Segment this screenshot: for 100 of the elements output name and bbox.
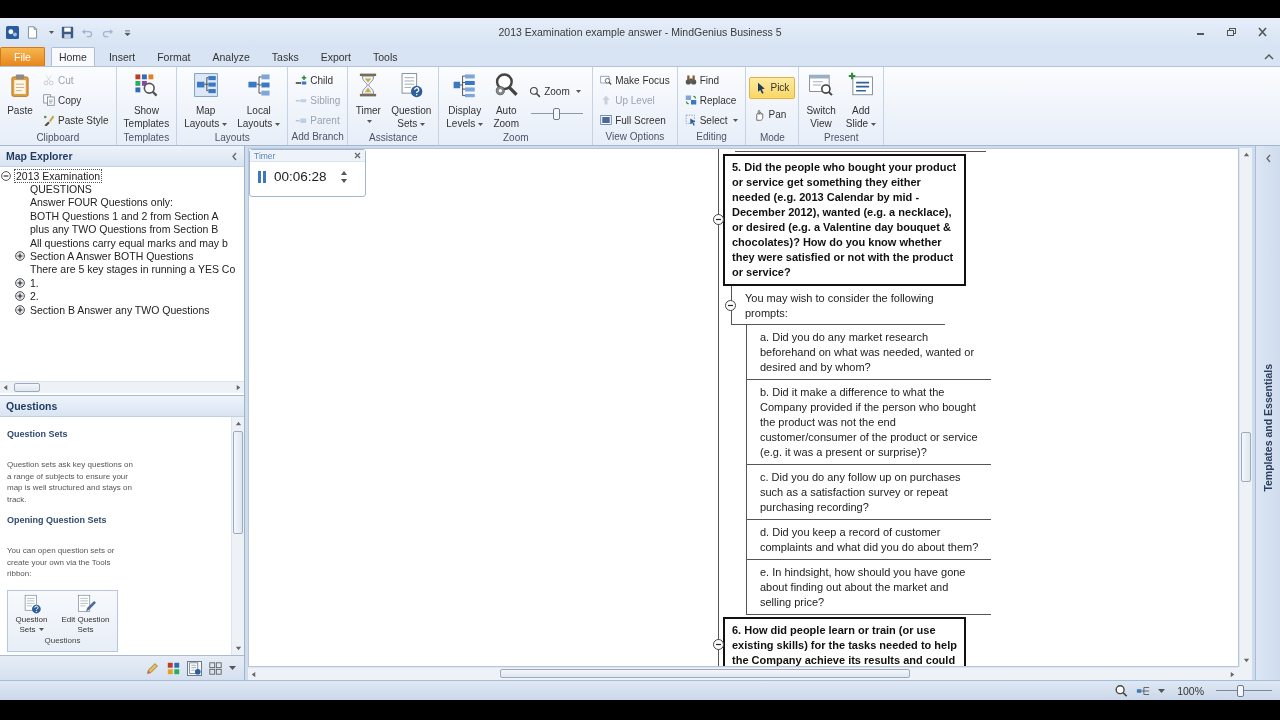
chevron-left-icon[interactable] — [1264, 154, 1272, 163]
ribbon-tab[interactable]: Insert — [100, 47, 144, 66]
grid-icon[interactable] — [208, 660, 223, 676]
chevron-up-icon[interactable] — [1264, 52, 1274, 60]
save-icon[interactable] — [61, 25, 74, 39]
ribbon-button[interactable]: Show Templates — [119, 69, 174, 131]
scroll-down-icon[interactable] — [234, 645, 242, 652]
expand-icon[interactable] — [15, 251, 25, 262]
map-node[interactable]: d. Did you keep a record of customer complaints and what did you do about them? — [747, 520, 991, 560]
ribbon-button[interactable]: Zoom — [525, 81, 585, 102]
ribbon-button[interactable]: Auto Zoom — [489, 69, 524, 131]
ribbon-button[interactable]: Paste Style — [39, 110, 113, 130]
scroll-up-icon[interactable] — [1242, 151, 1250, 158]
chevron-left-icon[interactable] — [231, 151, 238, 161]
scrollbar-thumb[interactable] — [233, 431, 243, 534]
ribbon-tab[interactable]: Tasks — [263, 47, 307, 66]
collapse-icon[interactable] — [725, 300, 736, 311]
tree-item[interactable]: All questions carry equal marks and may b — [28, 235, 230, 250]
collapse-icon[interactable] — [713, 213, 724, 225]
scroll-left-icon[interactable] — [2, 384, 9, 391]
ribbon-button[interactable]: Child — [291, 70, 345, 90]
expand-icon[interactable] — [15, 277, 25, 288]
caret-icon[interactable] — [1158, 688, 1166, 693]
ribbon-button[interactable]: Find — [680, 70, 743, 90]
tree-item[interactable]: QUESTIONS — [28, 182, 94, 197]
scrollbar[interactable] — [231, 417, 244, 655]
palette-icon[interactable] — [166, 660, 181, 676]
ribbon-tab[interactable]: Analyze — [204, 47, 258, 66]
new-document-icon[interactable] — [26, 25, 39, 39]
ribbon-button[interactable]: Pan — [749, 104, 791, 125]
group-label: Questions — [44, 635, 81, 645]
ribbon-tab[interactable]: Format — [149, 47, 199, 66]
ribbon-button[interactable]: Timer — [351, 69, 386, 131]
close-icon[interactable] — [354, 152, 361, 159]
ribbon-tab[interactable]: Export — [312, 47, 360, 66]
ribbon-button[interactable]: Pick — [749, 76, 796, 99]
restore-icon[interactable] — [1226, 27, 1237, 37]
collapse-icon[interactable] — [1, 170, 11, 181]
tree-item[interactable]: plus any TWO Questions from Section B — [28, 222, 221, 237]
ribbon-button[interactable]: Make Focus — [596, 70, 674, 90]
map-node[interactable]: a. Did you do any market research beforehand on what was needed, wanted or desired and by whom? — [747, 325, 991, 380]
topic-node[interactable]: 6. How did people learn or train (or use existing skills) for the tasks needed to help the Company achieve its results and could — [723, 617, 966, 666]
ribbon-button[interactable]: Switch View — [802, 69, 840, 131]
tree-item[interactable]: 2013 Examination — [14, 168, 103, 183]
scrollbar-thumb[interactable] — [1241, 432, 1251, 482]
map-canvas[interactable] — [248, 148, 1239, 667]
slider-thumb[interactable] — [1237, 684, 1245, 697]
pause-icon[interactable] — [258, 170, 266, 183]
scroll-down-icon[interactable] — [1242, 657, 1250, 664]
ribbon-button[interactable]: Select — [680, 110, 743, 130]
ribbon-button[interactable]: Full Screen — [596, 110, 674, 130]
scrollbar[interactable] — [0, 381, 244, 393]
ribbon-button[interactable]: Question Sets — [387, 69, 436, 131]
slider-thumb[interactable] — [553, 107, 561, 120]
screen-magnifier-icon — [808, 72, 835, 98]
tree-item[interactable]: There are 5 key stages in running a YES Co — [28, 262, 238, 277]
ribbon-tab[interactable]: Tools — [365, 47, 406, 66]
ribbon-button[interactable]: Replace — [680, 90, 743, 110]
question-list-icon[interactable] — [187, 660, 202, 676]
window-title: 2013 Examination example answer - MindGenius Business 5 — [498, 26, 782, 38]
collapse-icon[interactable] — [713, 639, 724, 650]
map-node[interactable]: c. Did you do any follow up on purchases such as a satisfaction survey or repeat purchasing recording? — [747, 465, 991, 520]
ribbon-tab[interactable]: Home — [50, 47, 95, 66]
close-icon[interactable] — [1257, 27, 1268, 37]
ribbon-button[interactable]: Paste — [3, 69, 37, 131]
scroll-up-icon[interactable] — [234, 420, 242, 427]
ribbon-button[interactable]: Local Layouts — [233, 69, 285, 131]
section-heading: Opening Question Sets — [7, 515, 108, 525]
tree-item[interactable]: BOTH Questions 1 and 2 from Section A — [28, 208, 221, 223]
expand-icon[interactable] — [15, 291, 25, 302]
map-node[interactable]: b. Did it make a difference to what the Company provided if the person who bought the product was not the end customer/consumer of the product or service (e.g. it was a present or surprise)? — [747, 380, 991, 465]
panel-title: Map Explorer — [6, 150, 73, 162]
scrollbar[interactable] — [1239, 148, 1252, 667]
scroll-left-icon[interactable] — [250, 670, 257, 678]
ribbon-button[interactable]: Display Levels — [442, 69, 488, 131]
topic-node[interactable]: 5. Did the people who bought your product or service get something they either needed (e.g. 2013 Calendar by mid - December 2012), wanted (e.g. a necklace), or desired (e.g. a Valentine day bouquet & chocolates)? How do you know whether they were satisfied or not with the product or service? — [723, 154, 966, 286]
ribbon-button[interactable]: Add Slide — [841, 69, 881, 131]
ribbon-button[interactable]: Copy — [39, 90, 113, 110]
scroll-right-icon[interactable] — [235, 384, 242, 391]
expand-icon[interactable] — [15, 304, 25, 315]
group-label: Clipboard — [36, 131, 80, 145]
scrollbar[interactable] — [248, 667, 1238, 680]
level-tree-icon — [451, 72, 478, 98]
app-logo-icon[interactable] — [6, 25, 19, 39]
scroll-right-icon[interactable] — [1229, 670, 1236, 678]
magnifier-icon[interactable] — [1114, 683, 1129, 698]
zoom-percentage: 100% — [1177, 684, 1204, 697]
map-node[interactable]: e. In hindsight, how should you have gone about finding out about the market and selling price? — [747, 560, 991, 615]
tree-item[interactable]: Section A Answer BOTH Questions — [28, 249, 196, 264]
map-node[interactable]: You may wish to consider the following prompts: — [731, 286, 945, 325]
ribbon-button[interactable]: Map Layouts — [180, 69, 232, 131]
side-panel-title[interactable]: Templates and Essentials — [1262, 364, 1274, 492]
scrollbar-thumb[interactable] — [500, 669, 910, 678]
spin-arrows-icon[interactable] — [340, 169, 347, 184]
scrollbar-thumb[interactable] — [14, 383, 40, 392]
caret-icon[interactable] — [229, 666, 236, 670]
tree-item[interactable]: 2. — [28, 289, 41, 304]
tree-item[interactable]: 1. — [28, 275, 41, 290]
tree-item[interactable]: Section B Answer any TWO Questions — [28, 302, 212, 317]
tree-item[interactable]: Answer FOUR Questions only: — [28, 195, 175, 210]
